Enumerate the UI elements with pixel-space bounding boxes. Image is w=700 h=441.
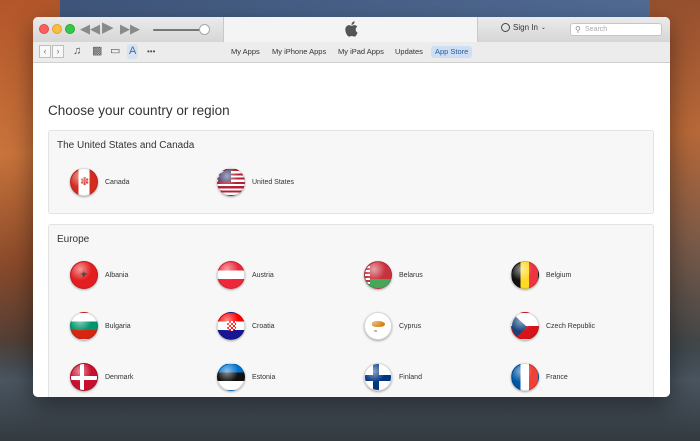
- tab-my-apps[interactable]: My Apps: [227, 46, 264, 58]
- flag-estonia-icon: [217, 363, 245, 391]
- toolbar: ‹ › ♫ ▩ ▭ A ••• My Apps My iPhone Apps M…: [33, 42, 670, 63]
- region-title: The United States and Canada: [57, 140, 195, 151]
- account-icon: [501, 23, 510, 32]
- country-austria[interactable]: Austria: [217, 261, 274, 289]
- flag-bulgaria-icon: [70, 312, 98, 340]
- minimize-window-button[interactable]: [52, 24, 62, 34]
- flag-canada-icon: ✽: [70, 168, 98, 196]
- movies-icon[interactable]: ▩: [92, 44, 102, 59]
- search-placeholder: Search: [585, 26, 608, 33]
- tab-app-store[interactable]: App Store: [431, 46, 473, 58]
- title-bar: ◀◀ ▶ ▶▶ Sign In ⌄ ⚲ Search: [33, 17, 670, 43]
- country-name: Estonia: [252, 373, 276, 381]
- search-icon: ⚲: [575, 25, 581, 34]
- flag-finland-icon: [364, 363, 392, 391]
- country-name: Cyprus: [399, 322, 422, 330]
- country-denmark[interactable]: Denmark: [70, 363, 133, 391]
- more-icon[interactable]: •••: [147, 44, 155, 59]
- country-cyprus[interactable]: ≈ Cyprus: [364, 312, 421, 340]
- country-finland[interactable]: Finland: [364, 363, 422, 391]
- apple-logo-icon: [345, 21, 358, 37]
- volume-slider-knob[interactable]: [199, 24, 210, 35]
- country-name: Albania: [105, 271, 129, 279]
- fast-forward-icon[interactable]: ▶▶: [120, 20, 140, 38]
- flag-france-icon: [511, 363, 539, 391]
- flag-cyprus-icon: ≈: [364, 312, 392, 340]
- country-name: Austria: [252, 271, 274, 279]
- itunes-window: ◀◀ ▶ ▶▶ Sign In ⌄ ⚲ Search ‹ › ♫ ▩ ▭ A •…: [33, 17, 670, 397]
- tab-my-iphone-apps[interactable]: My iPhone Apps: [268, 46, 330, 58]
- tv-icon[interactable]: ▭: [110, 44, 120, 59]
- region-panel-europe: Europe ✦ Albania Austria Belarus Belgium…: [48, 224, 654, 397]
- flag-croatia-icon: [217, 312, 245, 340]
- flag-albania-icon: ✦: [70, 261, 98, 289]
- chevron-down-icon: ⌄: [540, 25, 546, 31]
- forward-button[interactable]: ›: [52, 45, 64, 58]
- flag-austria-icon: [217, 261, 245, 289]
- region-title: Europe: [57, 234, 90, 245]
- flag-belgium-icon: [511, 261, 539, 289]
- country-name: Canada: [105, 178, 130, 186]
- country-name: Belgium: [546, 271, 572, 279]
- flag-united-states-icon: [217, 168, 245, 196]
- country-belarus[interactable]: Belarus: [364, 261, 423, 289]
- country-united-states[interactable]: United States: [217, 168, 294, 196]
- store-content: Choose your country or region The United…: [33, 63, 670, 397]
- rewind-icon[interactable]: ◀◀: [80, 20, 100, 38]
- country-name: United States: [252, 178, 295, 186]
- page-title: Choose your country or region: [48, 103, 230, 118]
- app-store-icon[interactable]: A: [127, 44, 139, 59]
- country-name: Finland: [399, 373, 422, 381]
- now-playing-display: [223, 17, 478, 42]
- flag-czech-republic-icon: [511, 312, 539, 340]
- region-panel-us-canada: The United States and Canada ✽ Canada Un…: [48, 130, 654, 214]
- country-name: Denmark: [105, 373, 134, 381]
- flag-denmark-icon: [70, 363, 98, 391]
- tab-updates[interactable]: Updates: [391, 46, 427, 58]
- country-bulgaria[interactable]: Bulgaria: [70, 312, 131, 340]
- country-name: Czech Republic: [546, 322, 596, 330]
- country-france[interactable]: France: [511, 363, 568, 391]
- back-button[interactable]: ‹: [39, 45, 51, 58]
- play-icon[interactable]: ▶: [102, 19, 114, 37]
- country-estonia[interactable]: Estonia: [217, 363, 275, 391]
- sign-in-button[interactable]: Sign In ⌄: [501, 23, 546, 32]
- music-icon[interactable]: ♫: [73, 44, 81, 59]
- country-croatia[interactable]: Croatia: [217, 312, 275, 340]
- tab-my-ipad-apps[interactable]: My iPad Apps: [334, 46, 388, 58]
- country-canada[interactable]: ✽ Canada: [70, 168, 130, 196]
- country-albania[interactable]: ✦ Albania: [70, 261, 128, 289]
- country-name: Croatia: [252, 322, 275, 330]
- sign-in-label: Sign In: [513, 23, 538, 32]
- flag-belarus-icon: [364, 261, 392, 289]
- country-belgium[interactable]: Belgium: [511, 261, 571, 289]
- country-name: Bulgaria: [105, 322, 131, 330]
- country-name: France: [546, 373, 568, 381]
- close-window-button[interactable]: [39, 24, 49, 34]
- country-czech-republic[interactable]: Czech Republic: [511, 312, 595, 340]
- zoom-window-button[interactable]: [65, 24, 75, 34]
- search-field[interactable]: ⚲ Search: [570, 23, 662, 36]
- country-name: Belarus: [399, 271, 423, 279]
